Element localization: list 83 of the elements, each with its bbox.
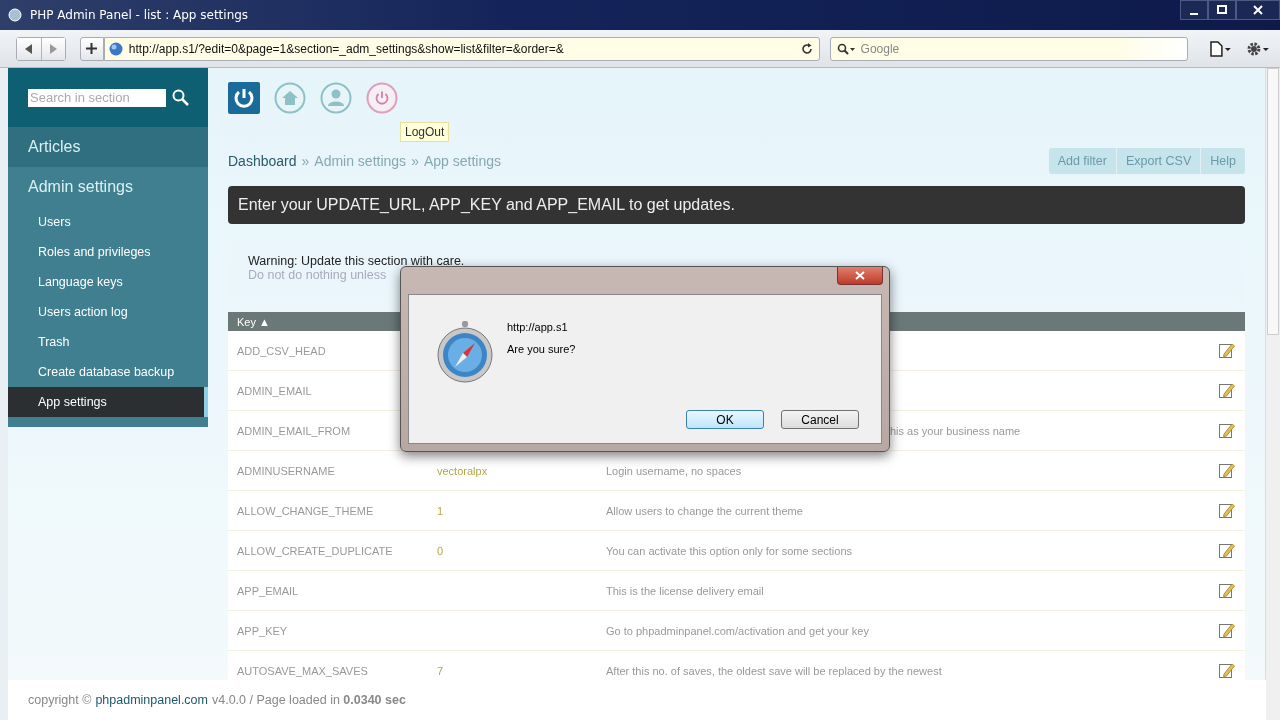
- add-bookmark-button[interactable]: [80, 36, 104, 61]
- action-button[interactable]: Add filter: [1048, 148, 1116, 174]
- table-cell-text: ADMIN_EMAIL: [237, 384, 313, 397]
- edit-icon[interactable]: [1219, 342, 1235, 359]
- notice-banner: Enter your UPDATE_URL, APP_KEY and APP_EMAIL to get updates.: [228, 186, 1245, 224]
- table-cell: Allow users to change the current theme: [606, 504, 803, 517]
- edit-icon[interactable]: [1219, 502, 1235, 519]
- edit-icon[interactable]: [1219, 622, 1235, 639]
- table-cell: Go to phpadminpanel.com/activation and get your key: [606, 624, 869, 637]
- page-menu-icon[interactable]: [1210, 40, 1233, 57]
- action-button[interactable]: Export CSV: [1115, 148, 1201, 174]
- table-cell-text: ALLOW_CREATE_DUPLICATE: [237, 544, 394, 557]
- table-cell: vectoralpx: [437, 464, 488, 477]
- scrollbar[interactable]: [1265, 68, 1280, 720]
- table-cell: his as your business name: [890, 424, 1021, 437]
- sidebar-item[interactable]: App settings: [8, 387, 208, 417]
- table-cell: You can activate this option only for some sections: [606, 544, 852, 557]
- close-button[interactable]: [1236, 0, 1280, 20]
- dialog-button[interactable]: OK: [686, 410, 764, 429]
- breadcrumb-separator: »: [411, 153, 419, 169]
- search-icon[interactable]: [172, 89, 189, 106]
- sidebar-item[interactable]: Roles and privileges: [8, 237, 208, 267]
- edit-icon[interactable]: [1219, 662, 1235, 679]
- sidebar-item[interactable]: Trash: [8, 327, 208, 357]
- maximize-button[interactable]: [1208, 0, 1236, 20]
- table-cell: This is the license delivery email: [606, 584, 764, 597]
- edit-icon[interactable]: [1219, 422, 1235, 439]
- close-icon: [1253, 5, 1263, 15]
- minimize-button[interactable]: [1180, 0, 1208, 20]
- sidebar-item[interactable]: Create database backup: [8, 357, 208, 387]
- table-cell: After this no. of saves, the oldest save will be replaced by the newest: [606, 664, 942, 677]
- footer-text: v4.0.0 / Page loaded in 0.0340 sec: [212, 693, 406, 707]
- sidebar-item[interactable]: Users: [8, 207, 208, 237]
- table-cell-text: AUTOSAVE_MAX_SAVES: [237, 664, 369, 677]
- close-button[interactable]: [837, 267, 883, 285]
- power-icon[interactable]: [366, 82, 398, 114]
- reload-icon[interactable]: [800, 42, 813, 55]
- table-cell-text: APP_EMAIL: [237, 584, 300, 597]
- warning-text: Do not do nothing unless: [248, 268, 387, 282]
- back-button[interactable]: [17, 37, 41, 60]
- edit-icon[interactable]: [1219, 382, 1235, 399]
- table-cell-text: ALLOW_CHANGE_THEME: [237, 504, 375, 517]
- warning-title: Warning: Update this section with care.: [248, 254, 465, 268]
- footer-link[interactable]: phpadminpanel.com: [95, 693, 208, 707]
- power-icon[interactable]: [228, 82, 260, 114]
- tooltip: LogOut: [400, 122, 450, 142]
- forward-arrow-icon: [49, 43, 58, 54]
- table-cell: 7: [437, 664, 444, 677]
- table-cell: 0: [437, 544, 444, 557]
- minimize-icon: [1190, 12, 1198, 15]
- edit-icon[interactable]: [1219, 582, 1235, 599]
- edit-icon[interactable]: [1219, 542, 1235, 559]
- address-field[interactable]: http://app.s1/?edit=0&page=1&section=_adm_settings&show=list&filter=&order=&: [103, 36, 820, 61]
- dialog-button[interactable]: Cancel: [781, 410, 859, 429]
- compass-icon: [437, 321, 493, 383]
- column-header[interactable]: Key ▲: [237, 315, 270, 328]
- sidebar-item[interactable]: Articles: [8, 127, 208, 167]
- dialog-message: Are you sure?: [507, 343, 576, 355]
- breadcrumb-link[interactable]: Dashboard: [228, 153, 297, 169]
- table-cell: Login username, no spaces: [606, 464, 742, 477]
- back-arrow-icon: [25, 43, 33, 54]
- plus-icon: [86, 43, 98, 54]
- sidebar-item[interactable]: Language keys: [8, 267, 208, 297]
- table-cell-text: ADMINUSERNAME: [237, 464, 336, 477]
- search-field[interactable]: Search in section: [28, 88, 166, 107]
- dialog-origin: http://app.s1: [507, 321, 568, 333]
- table-cell: 1: [437, 504, 444, 517]
- search-field[interactable]: Google: [829, 36, 1189, 61]
- edit-icon[interactable]: [1219, 462, 1235, 479]
- table-cell-text: ADD_CSV_HEAD: [237, 344, 327, 357]
- settings-icon[interactable]: [1246, 40, 1270, 57]
- maximize-icon: [1217, 5, 1227, 15]
- close-icon: [855, 271, 865, 280]
- sidebar-item[interactable]: Admin settings: [8, 167, 208, 207]
- footer-text: copyright ©: [28, 693, 92, 707]
- sidebar-item[interactable]: Users action log: [8, 297, 208, 327]
- window-title: PHP Admin Panel - list : App settings: [30, 8, 249, 22]
- breadcrumb-link[interactable]: Admin settings: [314, 153, 407, 169]
- action-button[interactable]: Help: [1200, 148, 1245, 174]
- breadcrumb-separator: »: [301, 153, 310, 169]
- breadcrumb-link[interactable]: App settings: [423, 153, 501, 169]
- table-cell-text: ADMIN_EMAIL_FROM: [237, 424, 352, 437]
- table-cell-text: APP_KEY: [237, 624, 289, 637]
